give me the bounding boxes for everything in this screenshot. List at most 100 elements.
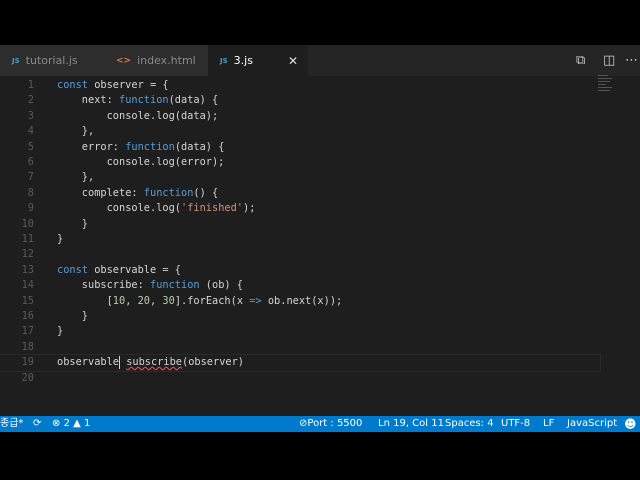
vscode-window: JS tutorial.js <> index.html JS 3.js ✕ ⧉ ◫ ⋯… [0,45,640,432]
line-number: 4 [27,125,34,138]
code-line[interactable]: 1 const observer = { [0,78,600,93]
code-line[interactable]: 8 complete: function() { [0,186,600,201]
code-text: } [57,232,63,247]
code-line[interactable]: 4 }, [0,124,600,139]
tab-label: index.html [137,54,196,67]
code-token: }, [57,125,95,138]
more-actions-icon[interactable]: ⋯ [625,53,638,68]
code-token: function [143,186,194,199]
code-line[interactable]: 13 const observable = { [0,263,600,278]
line-ending[interactable]: LF [543,416,554,432]
code-line[interactable]: 19 observable subscribe(observer) [0,354,601,372]
sync-icon[interactable]: ⟳ [33,416,41,432]
code-line[interactable]: 9 console.log('finished'); [0,201,600,216]
tab-label: 3.js [233,54,253,67]
code-line[interactable]: 2 next: function(data) { [0,93,600,108]
code-editor[interactable]: 1 const observer = {2 next: function(data)… [0,76,640,416]
code-token: 'finished' [181,202,243,215]
code-line[interactable]: 17} [0,324,600,339]
code-token: function [150,279,200,292]
code-token: } [57,233,64,245]
open-preview-icon[interactable]: ⧉ [576,53,585,68]
code-token: console.log(error); [57,156,225,168]
code-token: error: [57,140,126,153]
line-number: 7 [27,171,34,184]
code-text: const observable = { [57,263,181,278]
tab-tutorial-js[interactable]: JS tutorial.js [0,45,104,76]
encoding[interactable]: UTF-8 [501,416,530,432]
code-line[interactable]: 20 [0,371,600,386]
code-text: subscribe: function (ob) { [57,278,243,293]
code-token: 20 [137,294,151,307]
code-line[interactable]: 3 console.log(data); [0,109,600,124]
code-token: observable = { [94,263,181,276]
line-number: 3 [27,109,34,122]
line-number: 14 [21,279,34,292]
error-icon: ⊗ [52,418,61,429]
minimap[interactable] [598,75,618,115]
code-token: console.log(data); [57,109,219,122]
line-number: 10 [21,217,34,230]
code-line[interactable]: 18 [0,340,600,355]
tab-3-js[interactable]: JS 3.js ✕ [208,45,308,76]
code-line[interactable]: 16 } [0,309,600,324]
code-line[interactable]: 12 [0,247,600,262]
tab-index-html[interactable]: <> index.html [104,45,208,76]
line-number: 9 [27,202,34,215]
code-line[interactable]: 7 }, [0,170,600,185]
code-token: ].forEach(x [174,294,250,307]
branch-indicator[interactable]: 종급* [0,416,23,432]
code-token: , [125,294,138,307]
code-token: 30 [162,294,175,307]
cursor-position[interactable]: Ln 19, Col 11 [378,416,444,432]
code-token: next: [57,94,119,107]
code-token: function [119,94,169,107]
code-text: } [57,309,88,324]
close-tab-icon[interactable]: ✕ [288,54,298,68]
indentation[interactable]: Spaces: 4 [445,416,494,432]
code-text: complete: function() { [57,186,218,201]
line-number: 16 [21,310,34,322]
line-number: 1 [27,79,34,91]
js-file-icon: JS [220,56,228,65]
code-token: observable [57,356,119,369]
code-text: }, [57,170,94,185]
split-editor-icon[interactable]: ◫ [603,53,615,68]
code-token: ); [243,202,256,215]
line-number: 18 [21,340,34,353]
code-token: , [150,294,163,307]
code-token: } [57,325,64,338]
line-number: 6 [27,156,34,168]
code-text: console.log(data); [57,109,219,124]
code-token: } [57,310,88,322]
code-line[interactable]: 15 [10, 20, 30].forEach(x => ob.next(x))… [0,294,600,309]
warning-count: 1 [84,418,91,429]
code-token: const [57,263,88,276]
code-text: error: function(data) { [57,140,225,155]
code-line[interactable]: 14 subscribe: function (ob) { [0,278,600,293]
code-text: }, [57,124,94,139]
problems-indicator[interactable]: ⊗ 2 ▲ 1 [52,416,90,432]
code-token: complete: [57,186,144,199]
code-line[interactable]: 5 error: function(data) { [0,140,600,155]
line-number: 19 [21,356,34,369]
code-line[interactable]: 11} [0,232,600,247]
code-token: (data) { [174,140,225,153]
code-token: (observer) [182,356,244,369]
code-text: const observer = { [57,78,169,93]
html-file-icon: <> [116,55,132,66]
code-text: console.log('finished'); [57,201,256,216]
code-token: } [57,217,88,230]
line-number: 12 [21,248,34,261]
language-mode[interactable]: JavaScript [567,416,617,432]
code-line[interactable]: 10 } [0,217,600,232]
code-token: observer = { [94,79,169,91]
error-count: 2 [63,418,70,429]
code-token: (data) { [168,94,219,107]
live-server-port[interactable]: ⊘Port : 5500 [299,416,362,432]
feedback-smiley-icon[interactable]: ☻ [624,416,637,432]
line-number: 8 [27,186,34,199]
line-number: 17 [21,325,34,338]
code-line[interactable]: 6 console.log(error); [0,155,600,170]
line-number: 15 [21,294,34,307]
